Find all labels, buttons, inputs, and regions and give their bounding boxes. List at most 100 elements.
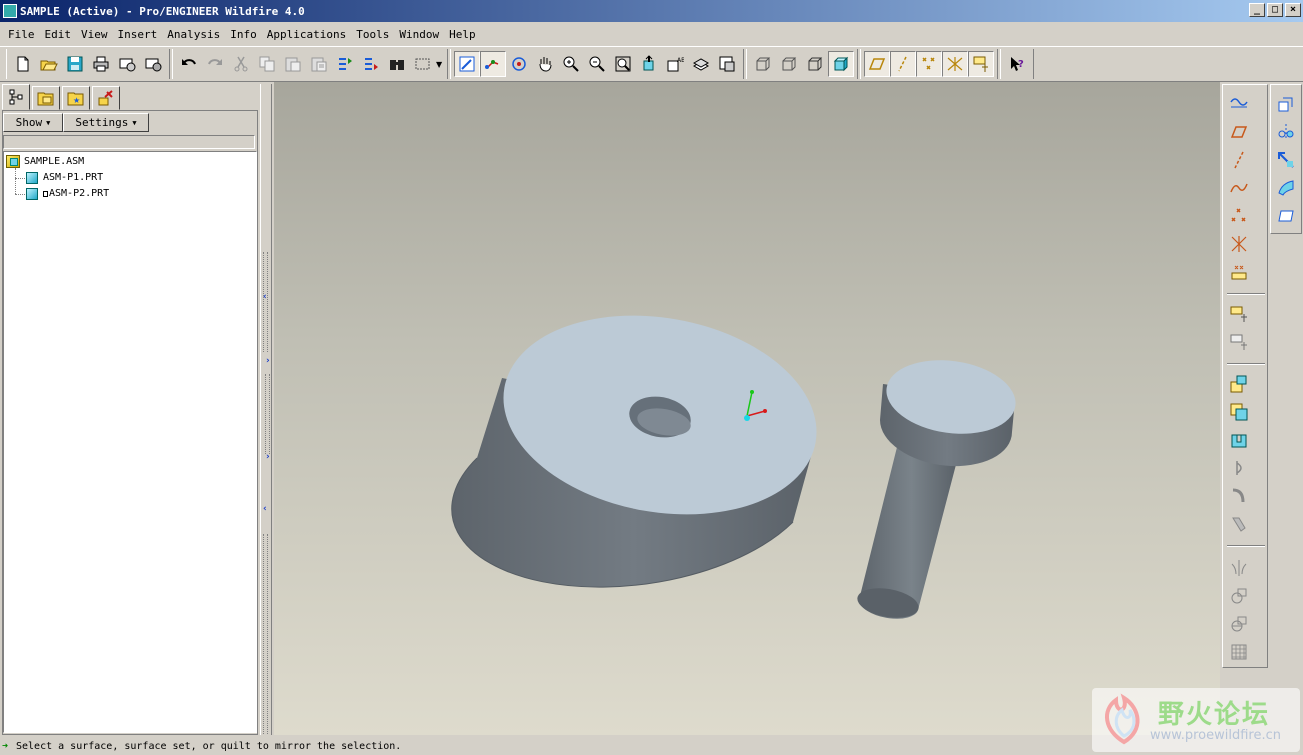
close-button[interactable]: × [1285,3,1301,17]
tree-item-asm-p1[interactable]: ASM-P1.PRT [26,170,103,185]
menu-help[interactable]: Help [445,28,480,41]
surface-extend-icon[interactable] [1273,147,1299,173]
zoom-out-icon[interactable] [584,51,610,77]
model-tree-tab[interactable] [2,84,30,110]
sketched-curve-icon[interactable] [1226,91,1252,117]
surface-offset-icon[interactable] [1273,91,1299,117]
collapse-left-icon[interactable]: ‹ [263,292,267,302]
cut-icon[interactable] [228,51,254,77]
merge-icon[interactable] [1226,583,1252,609]
paste-special-icon[interactable] [306,51,332,77]
annotation-feature-icon[interactable] [1226,301,1252,327]
select-dropdown-arrow[interactable]: ▼ [436,60,444,69]
find-icon[interactable] [384,51,410,77]
pan-icon[interactable] [532,51,558,77]
menu-file[interactable]: File [4,28,39,41]
annotation-element-icon[interactable] [1226,329,1252,355]
tree-item-label: SAMPLE.ASM [24,156,85,167]
hidden-line-icon[interactable] [776,51,802,77]
revolve-icon[interactable] [1226,455,1252,481]
menu-tools[interactable]: Tools [352,28,393,41]
datum-axis-tool-icon[interactable] [1226,147,1252,173]
repaint-icon[interactable] [454,51,480,77]
zoom-in-icon[interactable] [558,51,584,77]
tree-item-label: ASM-P2.PRT [49,188,110,199]
part-asm-p1[interactable] [451,292,833,588]
show-dropdown[interactable]: Show ▼ [3,113,63,132]
menu-info[interactable]: Info [226,28,261,41]
tree-item-sample-asm[interactable]: SAMPLE.ASM [6,154,84,169]
orient-mode-icon[interactable] [506,51,532,77]
expand-right-icon[interactable]: › [266,356,270,366]
print-icon[interactable] [88,51,114,77]
fill-surface-icon[interactable] [1273,203,1299,229]
redo-icon[interactable] [202,51,228,77]
datum-axes-icon[interactable] [890,51,916,77]
pattern-icon[interactable] [1226,639,1252,665]
menu-analysis[interactable]: Analysis [163,28,224,41]
boundary-blend-icon[interactable] [1273,175,1299,201]
regenerate-icon[interactable] [332,51,358,77]
shading-icon[interactable] [828,51,854,77]
datum-points-icon[interactable] [916,51,942,77]
tree-item-asm-p2[interactable]: ASM-P2.PRT [26,186,109,201]
menu-applications[interactable]: Applications [263,28,350,41]
menu-view[interactable]: View [77,28,112,41]
menu-window[interactable]: Window [395,28,443,41]
menu-edit[interactable]: Edit [41,28,76,41]
navigator-splitter[interactable]: ‹ › › ‹ [260,84,272,735]
mirror-icon[interactable] [1226,555,1252,581]
select-box-icon[interactable] [410,51,436,77]
new-icon[interactable] [10,51,36,77]
folder-browser-tab[interactable] [32,86,60,110]
context-help-icon[interactable]: ? [1004,51,1030,77]
datum-point-tool-icon[interactable] [1226,203,1252,229]
datum-planes-icon[interactable] [864,51,890,77]
coord-sys-tool-icon[interactable] [1226,231,1252,257]
assembly-icon [6,155,20,168]
maximize-button[interactable]: □ [1267,3,1283,17]
reorient-icon[interactable] [636,51,662,77]
paste-icon[interactable] [280,51,306,77]
part-asm-p2[interactable] [855,352,1020,622]
help-toolbar-group: ? [1000,49,1034,79]
collapse-left-icon[interactable]: ‹ [263,504,267,514]
create-component-icon[interactable] [1226,399,1252,425]
regen-manager-icon[interactable] [358,51,384,77]
minimize-button[interactable]: _ [1249,3,1265,17]
analysis-feature-icon[interactable] [1226,259,1252,285]
copy-icon[interactable] [254,51,280,77]
sweep-icon[interactable] [1226,483,1252,509]
datum-plane-tool-icon[interactable] [1226,119,1252,145]
blend-icon[interactable] [1226,511,1252,537]
favorites-tab[interactable]: ★ [62,86,90,110]
save-icon[interactable] [62,51,88,77]
open-icon[interactable] [36,51,62,77]
model-viewport[interactable] [274,82,1220,735]
settings-label: Settings [75,116,129,129]
annotations-icon[interactable] [968,51,994,77]
undo-icon[interactable] [176,51,202,77]
splitter-grip [265,374,270,454]
surface-mirror-icon[interactable] [1273,119,1299,145]
graphics-window[interactable] [274,82,1220,735]
coord-sys-icon[interactable] [942,51,968,77]
assemble-component-icon[interactable] [1226,371,1252,397]
email-link-icon[interactable] [140,51,166,77]
menu-insert[interactable]: Insert [114,28,162,41]
view-manager-icon[interactable] [714,51,740,77]
chevron-down-icon: ▼ [46,118,51,127]
refit-icon[interactable] [610,51,636,77]
expand-right-icon[interactable]: › [266,452,270,462]
no-hidden-icon[interactable] [802,51,828,77]
settings-dropdown[interactable]: Settings ▼ [63,113,149,132]
trim-icon[interactable] [1226,611,1252,637]
saved-views-icon[interactable]: AB [662,51,688,77]
email-icon[interactable] [114,51,140,77]
spin-center-icon[interactable] [480,51,506,77]
extrude-cut-icon[interactable] [1226,427,1252,453]
wireframe-icon[interactable] [750,51,776,77]
connections-tab[interactable] [92,86,120,110]
layers-icon[interactable] [688,51,714,77]
datum-curve-tool-icon[interactable] [1226,175,1252,201]
